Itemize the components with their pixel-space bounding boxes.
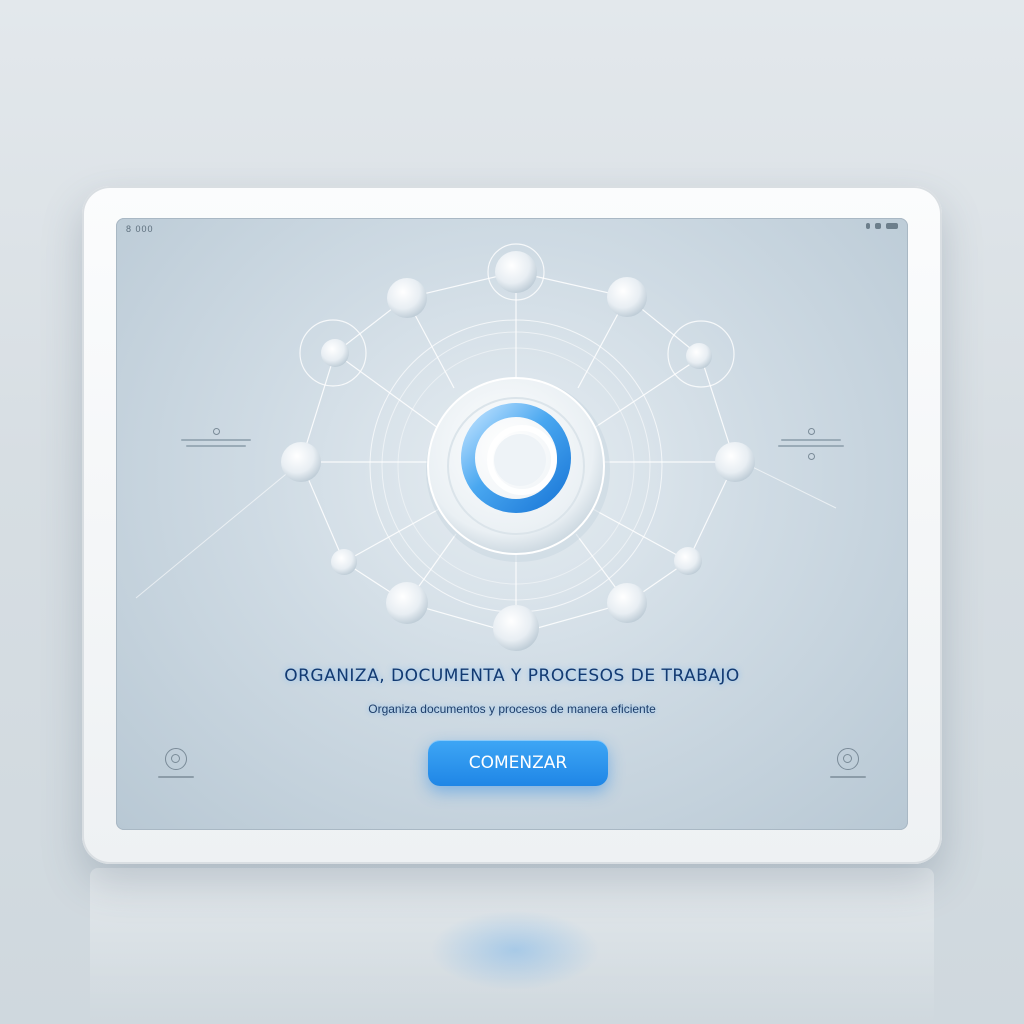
diagonal-line-left xyxy=(135,469,292,599)
left-corner-button[interactable] xyxy=(146,748,206,778)
node-10 xyxy=(386,582,428,624)
right-info-panel xyxy=(766,428,856,460)
left-info-panel xyxy=(171,428,261,447)
node-9 xyxy=(674,547,702,575)
floor-glow xyxy=(430,910,600,990)
node-2 xyxy=(387,278,427,318)
node-7 xyxy=(715,442,755,482)
tablet-screen: 8 000 ORGANIZA, DOCUMENTA Y PROCESOS DE … xyxy=(116,218,908,830)
node-4 xyxy=(321,339,349,367)
node-1 xyxy=(495,251,537,293)
subheadline: Organiza documentos y procesos de manera… xyxy=(368,702,656,716)
node-8 xyxy=(331,549,357,575)
info-dot-icon xyxy=(807,428,815,435)
network-diagram xyxy=(135,243,837,651)
tablet-frame: 8 000 ORGANIZA, DOCUMENTA Y PROCESOS DE … xyxy=(82,186,942,864)
node-12 xyxy=(493,605,539,651)
node-6 xyxy=(281,442,321,482)
info-dot-icon xyxy=(212,428,220,435)
headline: ORGANIZA, DOCUMENTA Y PROCESOS DE TRABAJ… xyxy=(284,666,740,686)
node-3 xyxy=(607,277,647,317)
start-button[interactable]: COMENZAR xyxy=(428,740,608,786)
right-corner-button[interactable] xyxy=(818,748,878,778)
target-icon xyxy=(165,748,187,770)
target-icon xyxy=(837,748,859,770)
node-11 xyxy=(607,583,647,623)
node-5 xyxy=(686,343,712,369)
